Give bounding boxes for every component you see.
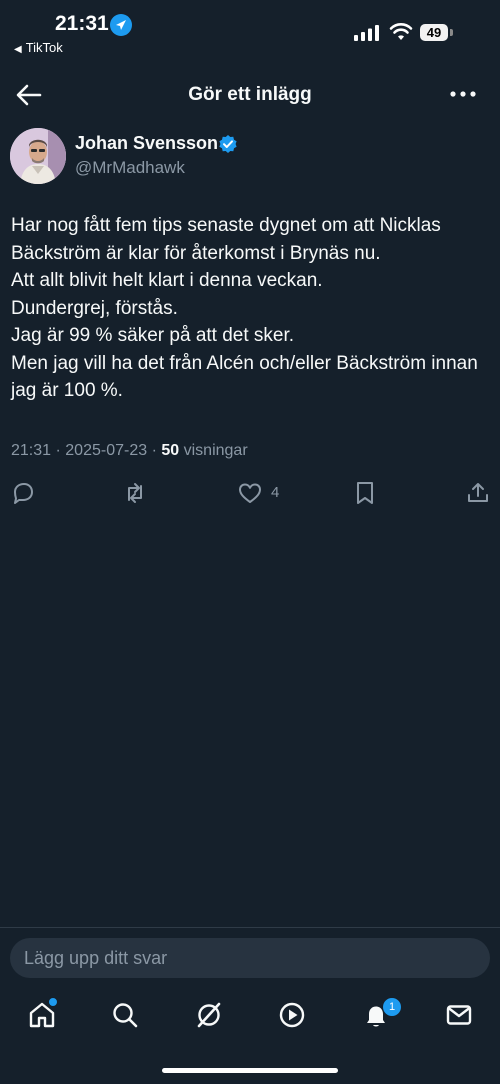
tweet-line: Att allt blivit helt klart i denna vecka…: [11, 270, 323, 291]
battery-tip: [450, 29, 453, 36]
cellular-signal-icon: [354, 25, 379, 41]
tweet-date: 2025-07-23: [65, 442, 148, 459]
bookmark-icon[interactable]: [352, 480, 378, 506]
like-count[interactable]: 4: [271, 484, 279, 501]
tweet-line: Dundergrej, förstås.: [11, 297, 178, 319]
reply-icon[interactable]: [10, 480, 36, 506]
home-indicator[interactable]: [162, 1068, 338, 1073]
battery-indicator: 49: [420, 24, 448, 41]
reply-input[interactable]: Lägg upp ditt svar: [10, 938, 490, 978]
views-count: 50: [161, 442, 180, 459]
back-triangle-icon: ◀: [14, 44, 22, 55]
views-label: visningar: [183, 442, 248, 459]
avatar[interactable]: [10, 128, 66, 184]
home-notification-dot: [48, 997, 58, 1007]
status-time: 21:31: [55, 12, 109, 35]
author-handle[interactable]: @MrMadhawk: [75, 158, 185, 178]
search-icon[interactable]: [110, 1000, 140, 1030]
grok-icon[interactable]: [194, 1000, 224, 1030]
tweet-time: 21:31: [11, 442, 52, 459]
share-icon[interactable]: [465, 480, 491, 506]
tweet-line: Jag är 99 % säker på att det sker.: [11, 325, 295, 346]
wifi-icon: [389, 23, 413, 40]
page-title: Gör ett inlägg: [188, 84, 312, 105]
messages-mail-icon[interactable]: [444, 1000, 474, 1030]
location-arrow-icon: [110, 14, 132, 36]
divider: [0, 927, 500, 928]
tweet-line: Har nog fått fem tips senaste dygnet om …: [11, 215, 441, 264]
verified-badge-icon[interactable]: [218, 134, 238, 154]
notifications-badge: 1: [382, 997, 402, 1017]
author-name[interactable]: Johan Svensson: [75, 133, 218, 154]
back-app-label: TikTok: [25, 40, 63, 55]
tweet-line: Men jag vill ha det från Alcén och/eller…: [11, 352, 478, 402]
tweet-text: Har nog fått fem tips senaste dygnet om …: [11, 212, 493, 405]
back-to-app-link[interactable]: ◀ TikTok: [14, 40, 63, 55]
tweet-meta: 21:31 · 2025-07-23 · 50 visningar: [11, 442, 248, 459]
avatar-portrait: [10, 128, 66, 184]
more-options-icon[interactable]: [449, 88, 477, 100]
video-play-icon[interactable]: [277, 1000, 307, 1030]
repost-icon[interactable]: [122, 480, 148, 506]
like-icon[interactable]: [237, 480, 263, 506]
